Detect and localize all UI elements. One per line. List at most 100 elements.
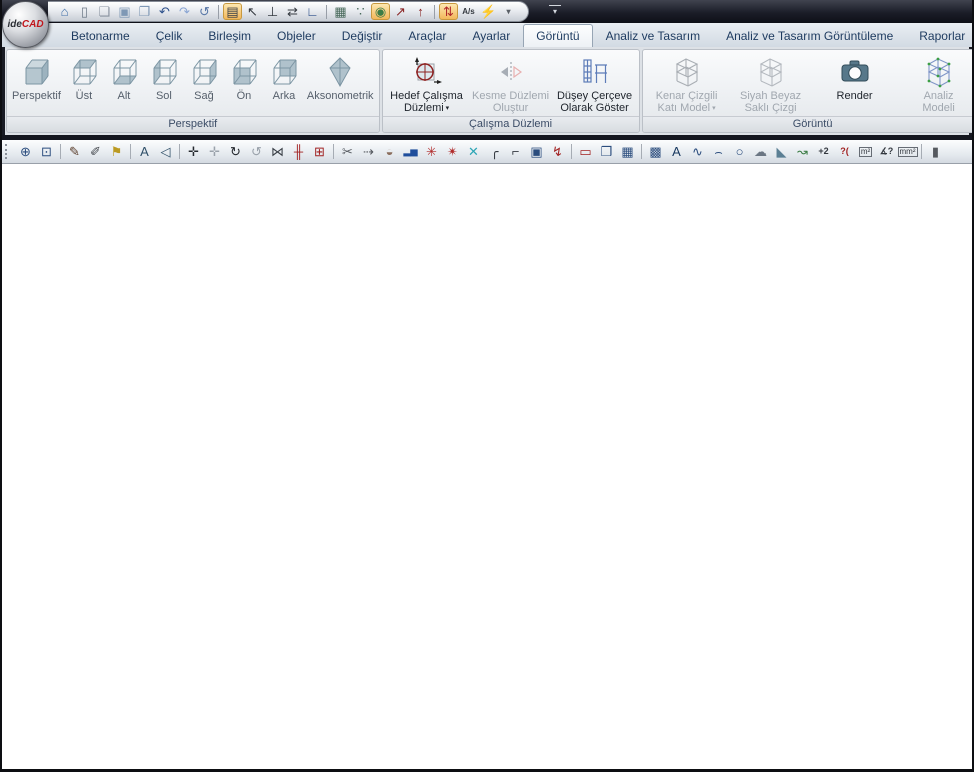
area-mm2-icon[interactable]: mm² [897,142,918,161]
solid-box-icon[interactable]: ❒ [596,142,617,161]
home-icon[interactable]: ⌂ [55,3,74,20]
tab-g-r-nt-[interactable]: Görüntü [523,24,593,47]
new-file-icon[interactable]: ▯ [75,3,94,20]
dome-icon[interactable]: ◒ [379,142,400,161]
spline-measure-icon[interactable]: ↝ [792,142,813,161]
app-window: ideCAD ⌂ ▯ ❏ ▣ ❐ ↶ ↷ ↺ ▤ ↖ ⊥ ⇄ ∟ ▦ ∵ ◉ ↗ ↑ ⇅ A/s ⚡ ▾ ▾ Betona… [0,0,974,772]
ortho-mode-icon[interactable]: ∟ [303,3,322,20]
select-cursor-icon[interactable]: ↖ [243,3,262,20]
button-label: Alt [117,90,131,102]
ust-button[interactable]: Üst [64,52,104,116]
arc-direction-icon[interactable]: ◁ [155,142,176,161]
circle-icon[interactable]: ○ [729,142,750,161]
fillet-icon[interactable]: ╭ [484,142,505,161]
snap-toggle-icon[interactable]: ◉ [371,3,390,20]
arka-button[interactable]: Arka [264,52,304,116]
hatch-icon[interactable]: ◣ [771,142,792,161]
undo-icon[interactable]: ↶ [155,3,174,20]
extend-icon[interactable]: ⇢ [358,142,379,161]
ribbon-group-title: Çalışma Düzlemi [382,116,639,132]
tab-ara-lar[interactable]: Araçlar [395,24,459,47]
polyline-icon[interactable]: ∿ [687,142,708,161]
break-icon[interactable]: ✳ [421,142,442,161]
tab--elik[interactable]: Çelik [143,24,196,47]
macro-caret-icon[interactable]: ▾ [499,3,518,20]
angle-measure-icon[interactable]: ∡? [876,142,897,161]
kesme-duzlemi-olustur-button[interactable]: Kesme Düzlemi Oluştur [469,52,553,116]
tab-analiz-ve-tasar-m[interactable]: Analiz ve Tasarım [593,24,713,47]
scale-box-icon[interactable]: ▣ [526,142,547,161]
save-all-icon[interactable]: ❐ [135,3,154,20]
dusey-cerceve-button[interactable]: Düşey Çerçeve Olarak Göster [553,52,637,116]
on-button[interactable]: Ön [224,52,264,116]
analiz-modeli-button[interactable]: Analiz Modeli [897,52,972,116]
quick-access-overflow-button[interactable]: ▾ [549,5,561,16]
revert-icon[interactable]: ↺ [195,3,214,20]
layers-icon[interactable]: ▤ [223,3,242,20]
perpendicular-snap-icon[interactable]: ⊥ [263,3,282,20]
cube-left-icon [147,55,181,89]
image-icon[interactable]: ▩ [645,142,666,161]
dimension-icon[interactable]: ⇅ [439,3,458,20]
sag-button[interactable]: Sağ [184,52,224,116]
alt-button[interactable]: Alt [104,52,144,116]
arc-icon[interactable]: ⌢ [708,142,729,161]
break-at-point-icon[interactable]: ✴ [442,142,463,161]
mirror-icon[interactable]: ⋈ [267,142,288,161]
tab-de-i-tir[interactable]: Değiştir [329,24,396,47]
autosave-icon[interactable]: A/s [459,3,478,20]
measure-pen-icon[interactable]: ✎ [64,142,85,161]
sol-button[interactable]: Sol [144,52,184,116]
button-label: Düşey Çerçeve Olarak Göster [556,90,633,114]
move-icon[interactable]: ✛ [183,142,204,161]
midpoint-snap-icon[interactable]: ↑ [411,3,430,20]
tab-birle-im[interactable]: Birleşim [195,24,264,47]
measure-length-icon[interactable]: ?( [834,142,855,161]
object-snap-icon[interactable]: ∵ [351,3,370,20]
chamfer-icon[interactable]: ⌐ [505,142,526,161]
leader-note-icon[interactable]: ⚑ [106,142,127,161]
tab-objeler[interactable]: Objeler [264,24,329,47]
open-file-icon[interactable]: ❏ [95,3,114,20]
kenar-cizgili-kati-model-button[interactable]: Kenar Çizgili Katı Model ▾ [645,52,729,116]
zoom-extents-icon[interactable]: ⊡ [36,142,57,161]
offset-plus2-icon[interactable]: +2 [813,142,834,161]
macro-lightning-icon[interactable]: ⚡ [479,3,498,20]
rotate-copy-icon[interactable]: ↺ [246,142,267,161]
tab-ayarlar[interactable]: Ayarlar [459,24,523,47]
zoom-window-icon[interactable]: ⊕ [15,142,36,161]
stats-chart-icon[interactable]: ▂▅ [400,142,421,161]
divide-icon[interactable]: ✕ [463,142,484,161]
quick-access-toolbar: ⌂ ▯ ❏ ▣ ❐ ↶ ↷ ↺ ▤ ↖ ⊥ ⇄ ∟ ▦ ∵ ◉ ↗ ↑ ⇅ A/s ⚡ ▾ [48,1,529,22]
hedef-calisma-duzlemi-button[interactable]: Hedef Çalışma Düzlemi ▾ [385,52,469,116]
parallel-snap-icon[interactable]: ⇄ [283,3,302,20]
text-icon[interactable]: A [666,142,687,161]
tab-betonarme[interactable]: Betonarme [58,24,143,47]
style-picker-pen-icon[interactable]: ✐ [85,142,106,161]
stretch-icon[interactable]: ▭ [575,142,596,161]
save-icon[interactable]: ▣ [115,3,134,20]
perspektif-button[interactable]: Perspektif [9,52,64,116]
redo-icon[interactable]: ↷ [175,3,194,20]
match-wand-icon[interactable]: ↯ [547,142,568,161]
array-icon[interactable]: ⊞ [309,142,330,161]
app-logo[interactable]: ideCAD [2,1,49,48]
frame-grid-icon[interactable]: ▦ [617,142,638,161]
tab-raporlar[interactable]: Raporlar [906,24,972,47]
rotate-icon[interactable]: ↻ [225,142,246,161]
render-button[interactable]: Render [813,52,897,116]
toolbar-grip-handle[interactable] [5,144,11,159]
grid-snap-icon[interactable]: ▦ [331,3,350,20]
area-m2-icon[interactable]: m² [855,142,876,161]
drawing-canvas[interactable] [2,164,972,769]
angle-compass-icon[interactable]: A [134,142,155,161]
clipped-edge-icon[interactable]: ▮ [925,142,946,161]
aksonometrik-button[interactable]: Aksonometrik [304,52,377,116]
endpoint-snap-icon[interactable]: ↗ [391,3,410,20]
column-axis-icon[interactable]: ╫ [288,142,309,161]
revision-cloud-icon[interactable]: ☁ [750,142,771,161]
siyah-beyaz-sakli-cizgi-button[interactable]: Siyah Beyaz Saklı Çizgi [729,52,813,116]
tab-analiz-ve-tasar-m-g-r-nt-leme[interactable]: Analiz ve Tasarım Görüntüleme [713,24,906,47]
trim-icon[interactable]: ✂ [337,142,358,161]
move-copy-icon[interactable]: ✛ [204,142,225,161]
